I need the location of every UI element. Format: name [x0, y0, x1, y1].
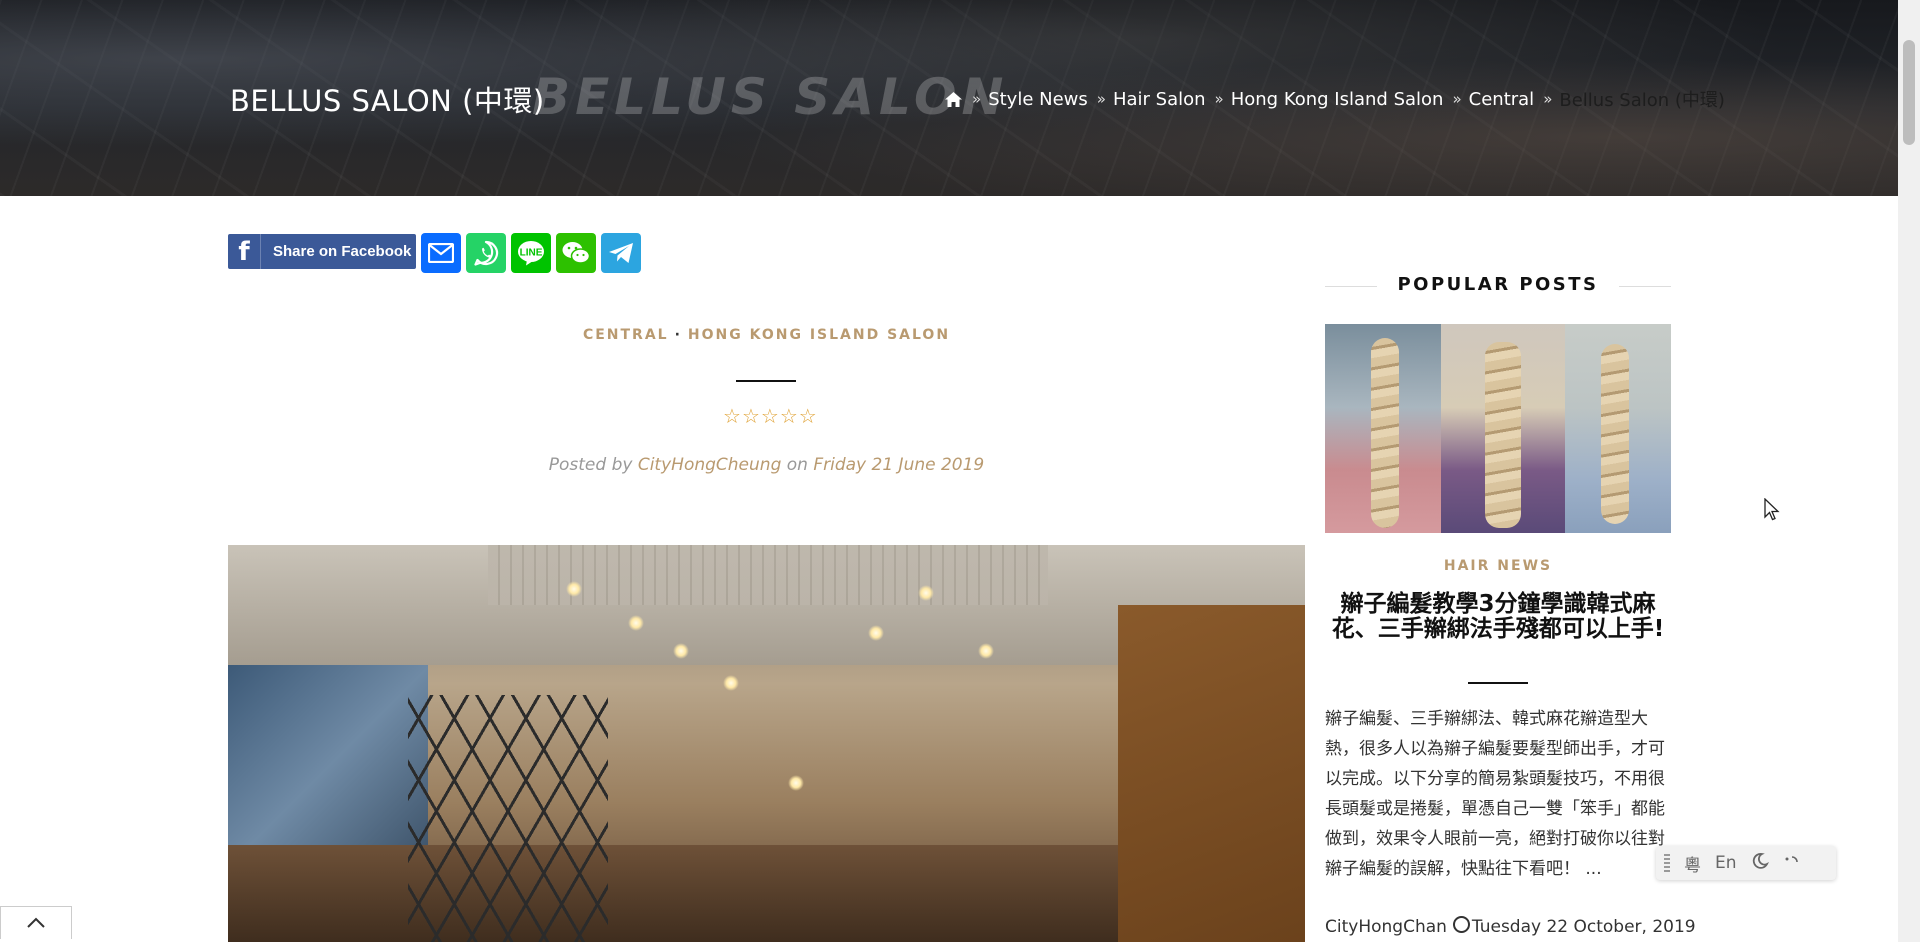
popular-post-author[interactable]: CityHongChan: [1325, 917, 1447, 937]
breadcrumb-central[interactable]: Central: [1469, 89, 1535, 110]
popular-post-byline: CityHongChan Tuesday 22 October, 2019: [1325, 916, 1696, 937]
star-empty-icon[interactable]: ☆: [761, 406, 779, 426]
share-telegram-button[interactable]: [601, 233, 641, 273]
rating-stars[interactable]: ☆ ☆ ☆ ☆ ☆: [723, 406, 817, 426]
whatsapp-icon: [474, 240, 499, 266]
breadcrumb-separator-icon: »: [1214, 90, 1224, 108]
more-options-icon[interactable]: [1783, 853, 1801, 873]
breadcrumb-separator-icon: »: [972, 90, 982, 108]
post-date: Friday 21 June 2019: [813, 455, 985, 475]
share-facebook-label: Share on Facebook: [273, 243, 412, 260]
wechat-icon: [562, 242, 591, 264]
category-central-link[interactable]: CENTRAL: [583, 327, 669, 343]
posted-on-label: on: [786, 455, 808, 475]
facebook-icon: f: [228, 234, 261, 269]
breadcrumb-hong-kong-island-salon[interactable]: Hong Kong Island Salon: [1231, 89, 1444, 110]
svg-text:LINE: LINE: [520, 248, 543, 259]
title-divider: [736, 380, 796, 382]
scrollbar-thumb[interactable]: [1903, 40, 1915, 145]
home-icon[interactable]: [944, 91, 963, 108]
popular-posts-title: POPULAR POSTS: [1397, 274, 1599, 295]
popular-post-excerpt: 辮子編髮、三手辮綁法、韓式麻花辮造型大熱，很多人以為辮子編髮要髮型師出手，才可以…: [1325, 709, 1665, 879]
salon-interior-image: [228, 545, 1305, 942]
popular-post-category[interactable]: HAIR NEWS: [1325, 558, 1671, 574]
share-facebook-button[interactable]: f Share on Facebook: [228, 234, 416, 269]
share-email-button[interactable]: [421, 233, 461, 273]
lang-cantonese-button[interactable]: 粵: [1684, 851, 1701, 876]
banner-ghost-title: BELLUS SALON: [532, 68, 1009, 126]
share-line-button[interactable]: LINE: [511, 233, 551, 273]
popular-post-divider: [1468, 682, 1528, 684]
drag-handle-icon[interactable]: [1664, 854, 1670, 872]
email-icon: [428, 243, 454, 263]
popular-post-title[interactable]: 辮子編髮教學3分鐘學識韓式麻花、三手辮綁法手殘都可以上手!: [1325, 592, 1671, 642]
page-header-banner: BELLUS SALON (中環) BELLUS SALON » Style N…: [0, 0, 1898, 196]
star-empty-icon[interactable]: ☆: [742, 406, 760, 426]
share-buttons: f Share on Facebook LINE: [228, 233, 641, 273]
star-empty-icon[interactable]: ☆: [799, 406, 817, 426]
back-to-top-button[interactable]: [0, 906, 72, 939]
popular-posts-heading: POPULAR POSTS: [1325, 274, 1671, 298]
breadcrumb: » Style News » Hair Salon » Hong Kong Is…: [944, 86, 1725, 112]
breadcrumb-style-news[interactable]: Style News: [988, 89, 1088, 110]
article-categories: CENTRAL · HONG KONG ISLAND SALON: [228, 327, 1305, 343]
star-empty-icon[interactable]: ☆: [780, 406, 798, 426]
telegram-icon: [609, 243, 633, 263]
page-title: BELLUS SALON (中環): [230, 84, 545, 118]
category-separator: ·: [674, 327, 682, 343]
clock-icon: [1452, 916, 1470, 933]
breadcrumb-separator-icon: »: [1096, 90, 1106, 108]
author-link[interactable]: CityHongCheung: [638, 455, 782, 475]
post-meta: Posted by CityHongCheung on Friday 21 Ju…: [228, 455, 1305, 475]
chevron-up-icon: [27, 917, 45, 928]
category-hong-kong-island-salon-link[interactable]: HONG KONG ISLAND SALON: [688, 327, 950, 343]
dark-mode-icon[interactable]: [1751, 852, 1769, 875]
star-empty-icon[interactable]: ☆: [723, 406, 741, 426]
popular-post-date: Tuesday 22 October, 2019: [1471, 917, 1696, 937]
floating-toolbar: 粵 En: [1656, 846, 1836, 880]
breadcrumb-separator-icon: »: [1452, 90, 1462, 108]
share-whatsapp-button[interactable]: [466, 233, 506, 273]
share-wechat-button[interactable]: [556, 233, 596, 273]
line-icon: LINE: [518, 241, 544, 266]
breadcrumb-separator-icon: »: [1543, 90, 1553, 108]
mouse-cursor-icon: [1764, 497, 1780, 526]
vertical-scrollbar[interactable]: [1898, 0, 1920, 942]
posted-by-label: Posted by: [548, 455, 633, 475]
breadcrumb-current: Bellus Salon (中環): [1559, 90, 1725, 111]
breadcrumb-hair-salon[interactable]: Hair Salon: [1113, 89, 1206, 110]
lang-english-button[interactable]: En: [1715, 853, 1737, 873]
popular-post-thumbnail[interactable]: [1325, 324, 1671, 533]
